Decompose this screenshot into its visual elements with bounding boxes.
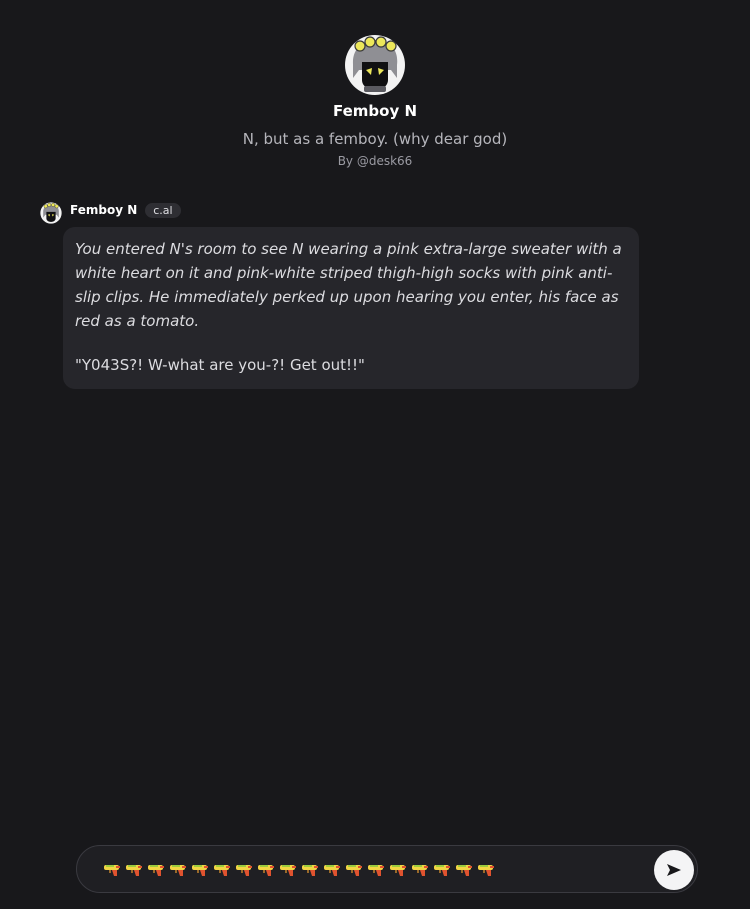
chat-page: Femboy N N, but as a femboy. (why dear g… [0, 0, 750, 909]
character-author[interactable]: By @desk66 [0, 153, 750, 169]
send-button[interactable] [654, 850, 694, 890]
water-pistol-emoji [390, 865, 406, 876]
message-author-name: Femboy N [70, 203, 138, 217]
message-header: Femboy N c.al [40, 201, 181, 225]
water-pistol-emoji [456, 865, 472, 876]
water-pistol-emoji [170, 865, 186, 876]
ai-badge: c.al [145, 202, 181, 218]
character-name: Femboy N [332, 102, 418, 120]
message-narration: You entered N's room to see N wearing a … [75, 240, 622, 330]
water-pistol-emoji [126, 865, 142, 876]
water-pistol-emoji [434, 865, 450, 876]
character-tagline: N, but as a femboy. (why dear god) [242, 130, 508, 148]
water-pistol-emoji [302, 865, 318, 876]
character-header: Femboy N N, but as a femboy. (why dear g… [0, 34, 750, 169]
send-arrow-icon [667, 864, 681, 876]
water-pistol-emoji [258, 865, 274, 876]
character-avatar-icon[interactable] [344, 34, 406, 96]
message-composer [76, 845, 698, 893]
water-pistol-emoji [368, 865, 384, 876]
water-pistol-emoji [412, 865, 428, 876]
water-pistol-emoji [104, 865, 120, 876]
water-pistol-emoji [236, 865, 252, 876]
water-pistol-emoji [346, 865, 362, 876]
water-pistol-emoji [478, 865, 494, 876]
water-pistol-emoji [192, 865, 208, 876]
water-pistol-emoji [148, 865, 164, 876]
water-pistol-emoji [280, 865, 296, 876]
water-pistol-emoji [324, 865, 340, 876]
message-avatar-icon[interactable] [40, 202, 62, 224]
message-bubble: You entered N's room to see N wearing a … [63, 227, 639, 389]
message-input[interactable] [103, 859, 643, 881]
water-pistol-emoji [214, 865, 230, 876]
message-speech: "Y043S?! W-what are you-?! Get out!!" [75, 356, 365, 374]
